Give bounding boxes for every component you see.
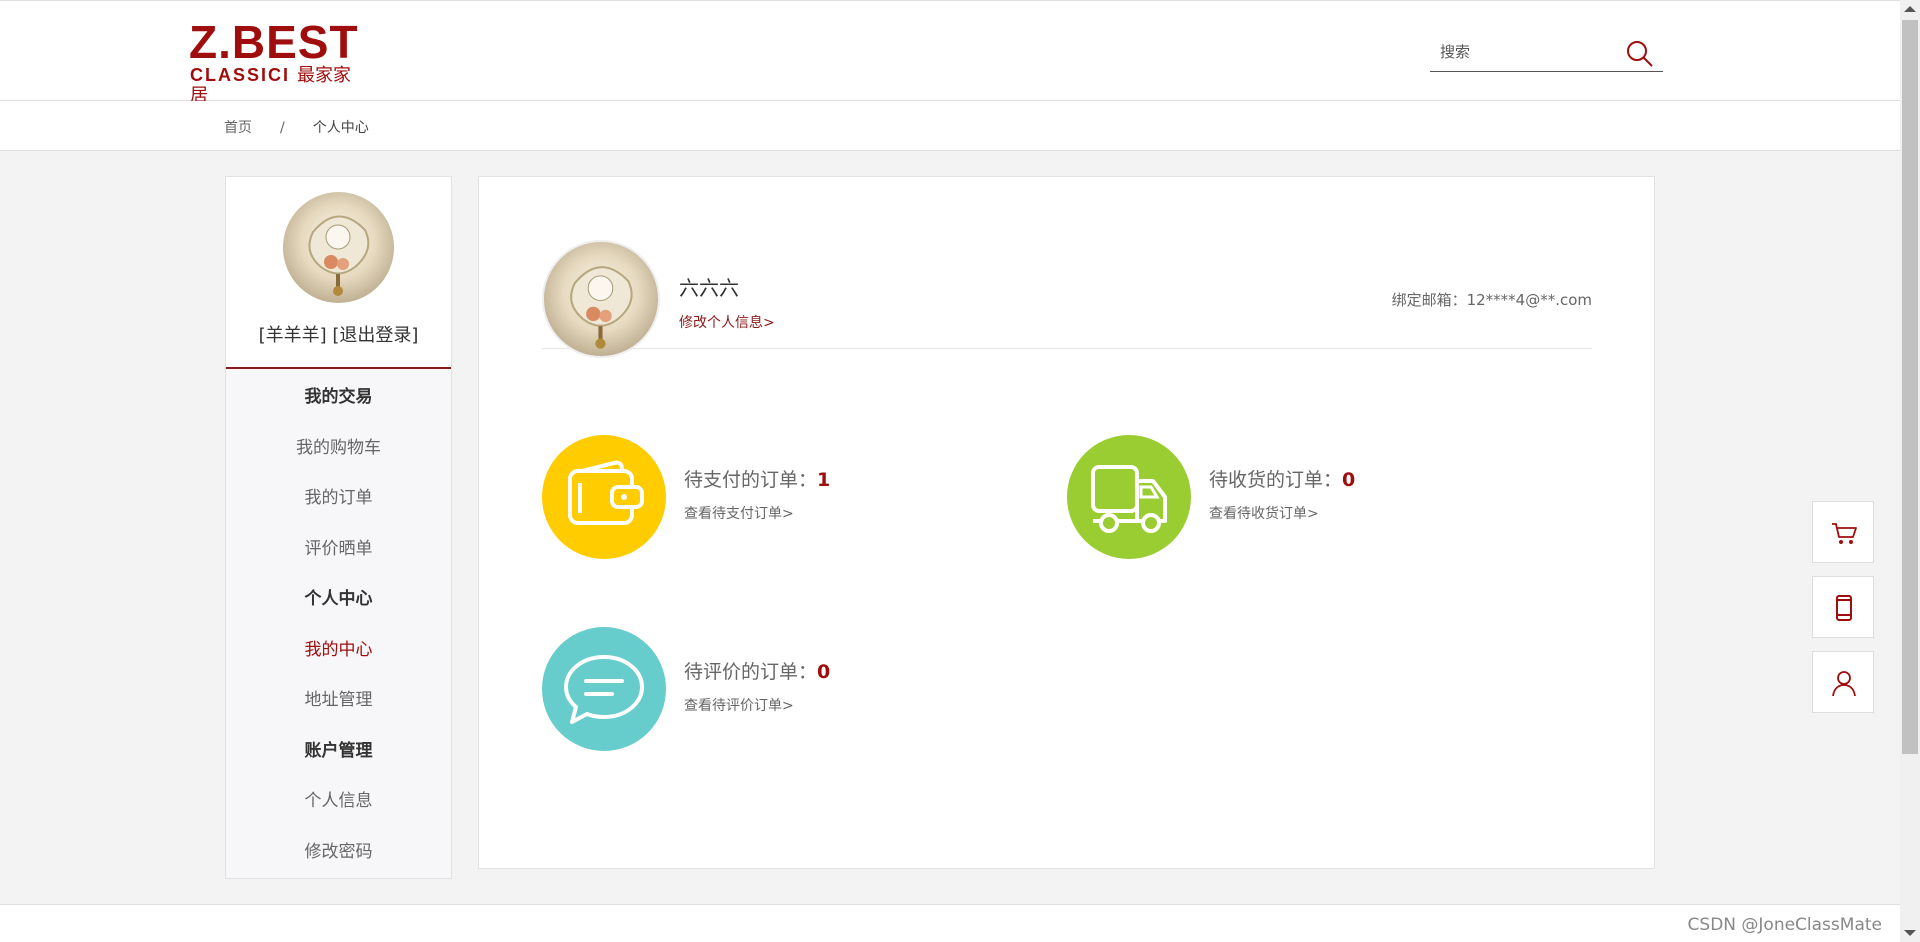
- top-header: Z.BEST CLASSICI 最家家居: [0, 0, 1900, 105]
- breadcrumb: 首页 / 个人中心: [224, 117, 369, 137]
- sidebar-item-profile[interactable]: 个人信息: [226, 776, 451, 827]
- order-title: 待评价的订单：0: [684, 661, 831, 683]
- order-card-pending-payment: 待支付的订单：1 查看待支付订单>: [542, 435, 962, 559]
- scroll-up-arrow[interactable]: [1904, 6, 1916, 12]
- brand-logo[interactable]: Z.BEST CLASSICI 最家家居: [189, 16, 369, 105]
- sidebar-user-panel: [羊羊羊] [退出登录]: [226, 177, 451, 369]
- scroll-thumb[interactable]: [1902, 20, 1918, 754]
- order-card-pending-receipt: 待收货的订单：0 查看待收货订单>: [1067, 435, 1487, 559]
- logo-sub-text: CLASSICI 最家家居: [190, 65, 352, 105]
- username-link[interactable]: [羊羊羊]: [259, 325, 327, 346]
- truck-icon[interactable]: [1067, 435, 1191, 559]
- sidebar-group-personal: 个人中心: [304, 589, 373, 609]
- sidebar-item-address[interactable]: 地址管理: [226, 675, 451, 726]
- order-title: 待支付的订单：1: [684, 469, 831, 491]
- search-input[interactable]: [1430, 35, 1620, 69]
- order-title: 待收货的订单：0: [1209, 469, 1356, 491]
- sidebar-item-my-center[interactable]: 我的中心: [226, 625, 451, 676]
- mobile-icon: [1836, 595, 1852, 621]
- wallet-icon[interactable]: [542, 435, 666, 559]
- user-tool-button[interactable]: [1812, 651, 1874, 713]
- logo-main-text: Z.BEST: [189, 16, 359, 68]
- order-card-pending-review: 待评价的订单：0 查看待评价订单>: [542, 627, 962, 751]
- order-count: 0: [1342, 469, 1356, 491]
- order-count: 1: [817, 469, 831, 491]
- sidebar-item-orders[interactable]: 我的订单: [226, 473, 451, 524]
- breadcrumb-separator: /: [280, 120, 285, 136]
- sidebar-menu: 我的交易 我的购物车 我的订单 评价晒单 个人中心 我的中心 地址管理 账户管理…: [226, 372, 451, 877]
- view-pending-review-link[interactable]: 查看待评价订单>: [684, 695, 794, 715]
- avatar: [542, 240, 660, 358]
- footer-strip: CSDN @JoneClassMate: [0, 904, 1900, 942]
- edit-profile-link[interactable]: 修改个人信息>: [679, 312, 775, 332]
- breadcrumb-current: 个人中心: [312, 120, 369, 136]
- breadcrumb-home[interactable]: 首页: [224, 117, 252, 137]
- sidebar-group-account: 账户管理: [304, 740, 373, 761]
- view-pending-receipt-link[interactable]: 查看待收货订单>: [1209, 503, 1319, 523]
- cart-icon: [1832, 523, 1857, 544]
- vertical-scrollbar[interactable]: [1900, 0, 1920, 942]
- sidebar-group-trade: 我的交易: [304, 387, 373, 407]
- nickname: 六六六: [679, 276, 739, 300]
- sidebar-item-cart[interactable]: 我的购物车: [226, 423, 451, 474]
- search-icon[interactable]: [1625, 39, 1655, 69]
- logout-link[interactable]: [退出登录]: [332, 325, 418, 346]
- main-panel: 六六六 修改个人信息> 绑定邮箱：12****4@**.com 待支付的订单：1…: [478, 176, 1655, 869]
- user-icon: [1832, 671, 1856, 697]
- sidebar: [羊羊羊] [退出登录] 我的交易 我的购物车 我的订单 评价晒单 个人中心 我…: [225, 176, 452, 879]
- profile-summary: 六六六 修改个人信息> 绑定邮箱：12****4@**.com: [542, 240, 1592, 358]
- mobile-tool-button[interactable]: [1812, 576, 1874, 638]
- avatar: [283, 192, 394, 303]
- sidebar-user-line: [羊羊羊] [退出登录]: [226, 321, 451, 347]
- search-box: [1430, 35, 1663, 72]
- order-count: 0: [817, 661, 831, 683]
- sidebar-item-reviews[interactable]: 评价晒单: [226, 524, 451, 575]
- scroll-down-arrow[interactable]: [1904, 930, 1916, 936]
- view-pending-payment-link[interactable]: 查看待支付订单>: [684, 503, 794, 523]
- cart-tool-button[interactable]: [1812, 501, 1874, 563]
- watermark: CSDN @JoneClassMate: [1687, 915, 1882, 935]
- breadcrumb-bar: 首页 / 个人中心: [0, 101, 1900, 151]
- chat-icon[interactable]: [542, 627, 666, 751]
- sidebar-item-password[interactable]: 修改密码: [226, 827, 451, 878]
- bound-email: 绑定邮箱：12****4@**.com: [1391, 291, 1592, 309]
